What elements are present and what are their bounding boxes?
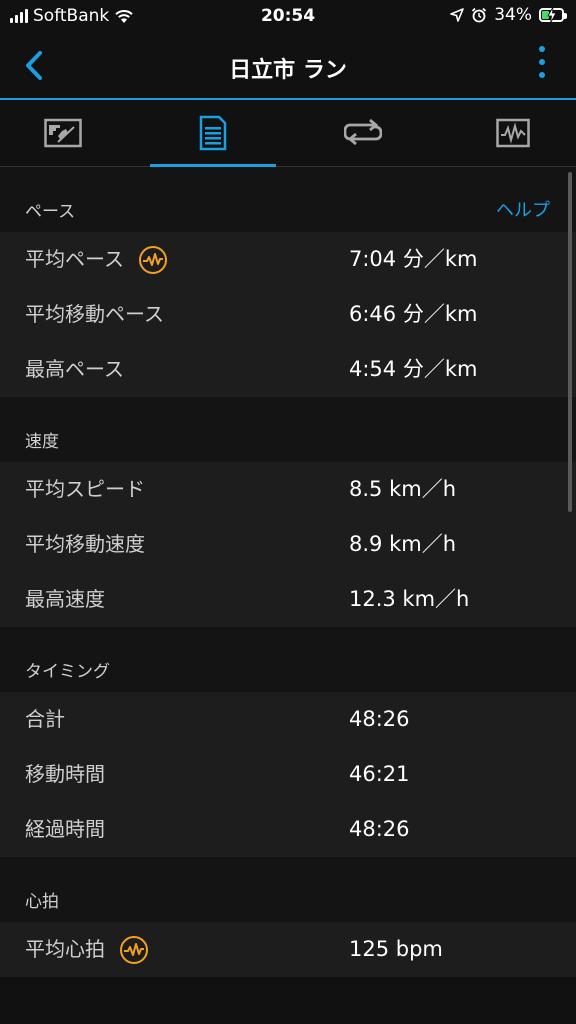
- stat-row: 平均スピード 8.5 km／h: [0, 462, 576, 517]
- stat-value: 8.9 km／h: [349, 532, 456, 556]
- location-arrow-icon: [450, 8, 465, 22]
- section-header-heart-rate: 心拍: [0, 857, 576, 922]
- stat-value: 48:26: [349, 817, 410, 841]
- stats-content[interactable]: ペース ヘルプ 平均ペース 7:04 分／km 平均移動ペース 6:46 分／k…: [0, 167, 576, 1024]
- stat-value: 48:26: [349, 707, 410, 731]
- stat-value: 125 bpm: [349, 937, 443, 961]
- stat-value: 6:46 分／km: [349, 302, 478, 326]
- stat-row: 最高ペース 4:54 分／km: [0, 342, 576, 397]
- stat-value: 7:04 分／km: [349, 247, 478, 271]
- stat-row: 平均心拍 125 bpm: [0, 922, 576, 977]
- tab-map[interactable]: [0, 100, 126, 166]
- stat-label: 平均移動ペース: [25, 302, 164, 326]
- stat-label: 最高速度: [25, 587, 105, 611]
- heart-rate-badge-icon[interactable]: [138, 245, 168, 275]
- navigation-bar: 日立市 ラン: [0, 34, 576, 100]
- stat-label: 平均心拍: [25, 937, 105, 961]
- scrollbar[interactable]: [568, 172, 572, 512]
- stat-label: 平均ペース: [25, 247, 124, 271]
- stat-row: 移動時間 46:21: [0, 747, 576, 802]
- laps-icon: [344, 119, 382, 146]
- stat-label: 最高ペース: [25, 357, 124, 381]
- section-title: 心拍: [25, 892, 59, 912]
- status-right: 34%: [450, 5, 567, 25]
- more-options-button[interactable]: [538, 46, 546, 86]
- tab-charts[interactable]: [450, 100, 576, 166]
- alarm-icon: [472, 7, 487, 23]
- battery-percent: 34%: [494, 5, 532, 25]
- stat-label: 平均移動速度: [25, 532, 145, 556]
- stat-label: 平均スピード: [25, 477, 145, 501]
- stat-label: 移動時間: [25, 762, 105, 786]
- status-bar: SoftBank 20:54 34%: [0, 0, 576, 34]
- section-header-timing: タイミング: [0, 627, 576, 692]
- battery-icon: [539, 7, 567, 23]
- stat-row: 平均ペース 7:04 分／km: [0, 232, 576, 287]
- page-title: 日立市 ラン: [229, 58, 347, 83]
- section-header-speed: 速度: [0, 397, 576, 462]
- stat-row: 平均移動速度 8.9 km／h: [0, 517, 576, 572]
- section-title: ペース: [25, 202, 76, 222]
- stat-value: 12.3 km／h: [349, 587, 470, 611]
- tab-stats[interactable]: [150, 100, 276, 167]
- chart-icon: [496, 118, 530, 148]
- map-icon: [44, 118, 82, 148]
- pace-rows: 平均ペース 7:04 分／km 平均移動ペース 6:46 分／km 最高ペース …: [0, 232, 576, 397]
- timing-rows: 合計 48:26 移動時間 46:21 経過時間 48:26: [0, 692, 576, 857]
- stat-row: 最高速度 12.3 km／h: [0, 572, 576, 627]
- section-header-pace: ペース ヘルプ: [0, 167, 576, 232]
- stat-value: 8.5 km／h: [349, 477, 456, 501]
- section-title: タイミング: [25, 662, 110, 682]
- stat-row: 合計 48:26: [0, 692, 576, 747]
- tab-laps[interactable]: [300, 100, 426, 166]
- section-title: 速度: [25, 432, 59, 452]
- more-dots-icon: [539, 46, 545, 52]
- stat-label: 経過時間: [25, 817, 105, 841]
- heart-rate-rows: 平均心拍 125 bpm: [0, 922, 576, 977]
- tab-bar: [0, 100, 576, 167]
- stat-row: 平均移動ペース 6:46 分／km: [0, 287, 576, 342]
- help-link[interactable]: ヘルプ: [496, 196, 550, 222]
- speed-rows: 平均スピード 8.5 km／h 平均移動速度 8.9 km／h 最高速度 12.…: [0, 462, 576, 627]
- document-icon: [199, 115, 227, 151]
- stat-row: 経過時間 48:26: [0, 802, 576, 857]
- stat-value: 46:21: [349, 762, 410, 786]
- stat-value: 4:54 分／km: [349, 357, 478, 381]
- stat-label: 合計: [25, 707, 65, 731]
- heart-rate-badge-icon[interactable]: [119, 935, 149, 965]
